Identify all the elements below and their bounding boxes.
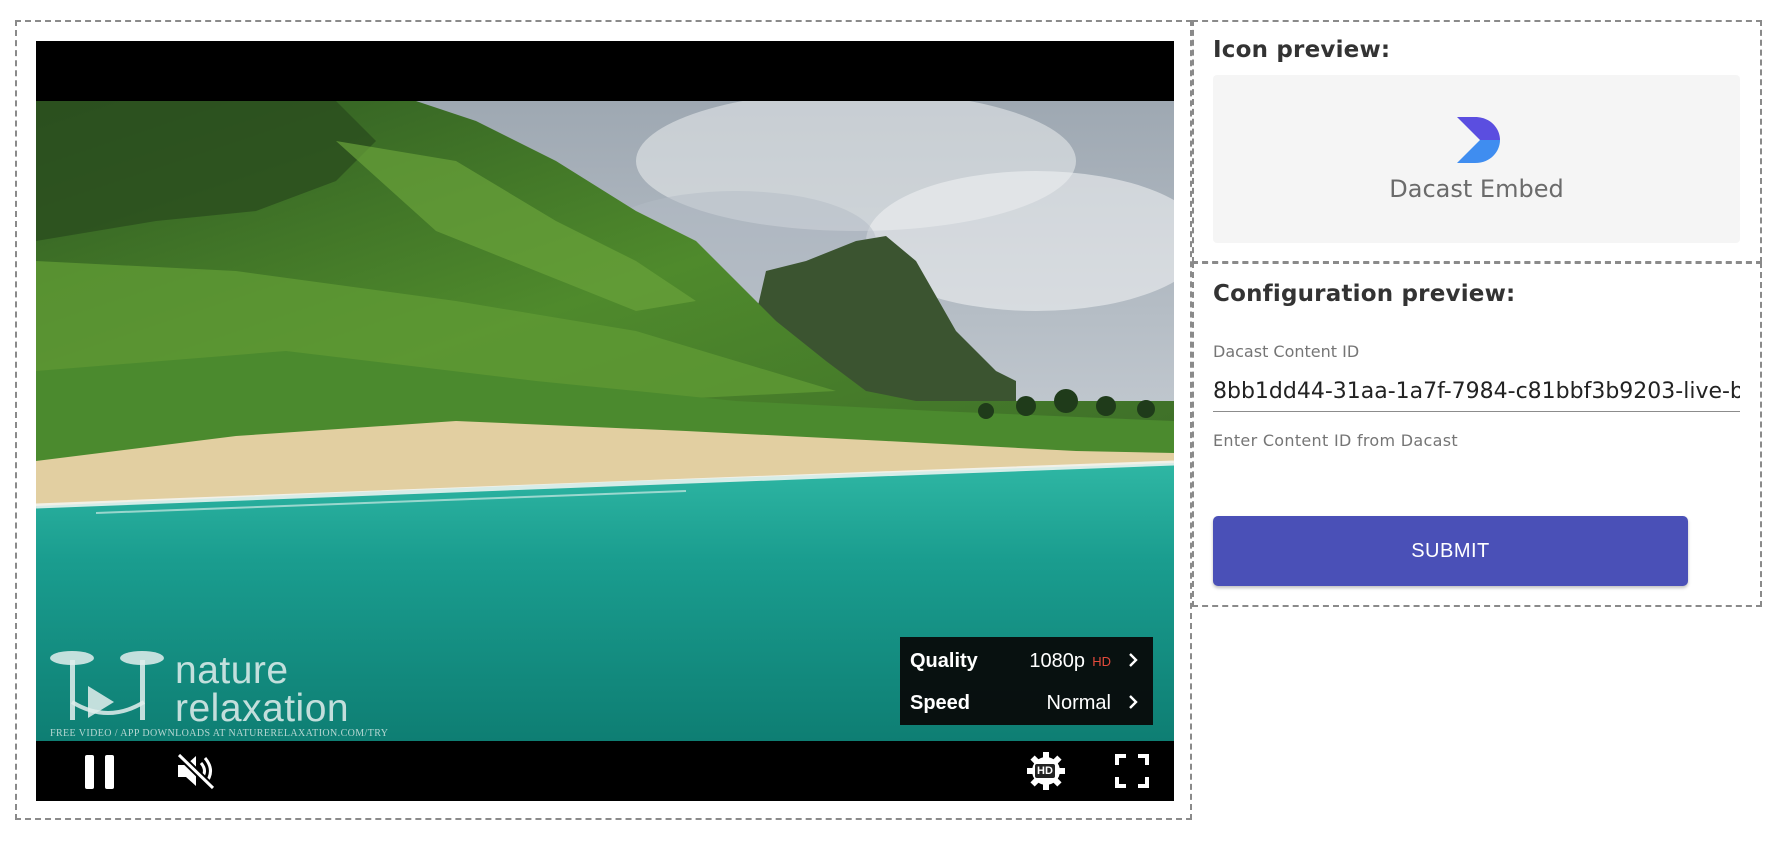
settings-button[interactable]: HD — [1026, 751, 1066, 791]
content-id-label: Dacast Content ID — [1213, 342, 1360, 361]
watermark-tagline: FREE VIDEO / APP DOWNLOADS AT NATURERELA… — [50, 728, 389, 739]
video-panel: nature relaxation FREE VIDEO / APP DOWNL… — [15, 20, 1192, 820]
watermark-line1: nature — [175, 649, 289, 692]
quality-label: Quality — [910, 649, 978, 672]
submit-button[interactable]: SUBMIT — [1213, 516, 1688, 586]
video-player[interactable]: nature relaxation FREE VIDEO / APP DOWNL… — [36, 41, 1174, 801]
fullscreen-icon[interactable] — [1114, 753, 1150, 789]
configuration-preview-panel: Configuration preview: Dacast Content ID… — [1192, 262, 1762, 607]
menu-item-quality[interactable]: Quality 1080p HD — [900, 640, 1153, 682]
palm-logo-icon — [50, 651, 164, 720]
configuration-preview-heading: Configuration preview: — [1213, 281, 1516, 307]
speed-value: Normal — [1046, 691, 1111, 714]
quality-value: 1080p — [1029, 649, 1085, 672]
app-icon-card: Dacast Embed — [1213, 75, 1740, 243]
chevron-right-icon — [1129, 695, 1138, 709]
content-id-input[interactable] — [1213, 371, 1740, 412]
app-name: Dacast Embed — [1389, 175, 1564, 203]
watermark: nature relaxation FREE VIDEO / APP DOWNL… — [48, 644, 448, 744]
settings-menu: Quality 1080p HD Speed Normal — [900, 637, 1153, 725]
speed-label: Speed — [910, 691, 971, 714]
control-bar: HD — [36, 741, 1174, 801]
hd-badge: HD — [1092, 654, 1111, 669]
volume-muted-icon[interactable] — [174, 751, 218, 791]
content-id-helper-text: Enter Content ID from Dacast — [1213, 431, 1458, 450]
menu-item-speed[interactable]: Speed Normal — [900, 682, 1153, 724]
watermark-line2: relaxation — [175, 687, 350, 730]
settings-hd-badge: HD — [1035, 764, 1055, 778]
chevron-right-icon — [1129, 653, 1138, 667]
pause-icon[interactable] — [82, 753, 118, 791]
icon-preview-heading: Icon preview: — [1213, 37, 1391, 63]
icon-preview-panel: Icon preview: Dacast Embed — [1192, 20, 1762, 263]
dacast-logo-icon — [1457, 117, 1500, 163]
